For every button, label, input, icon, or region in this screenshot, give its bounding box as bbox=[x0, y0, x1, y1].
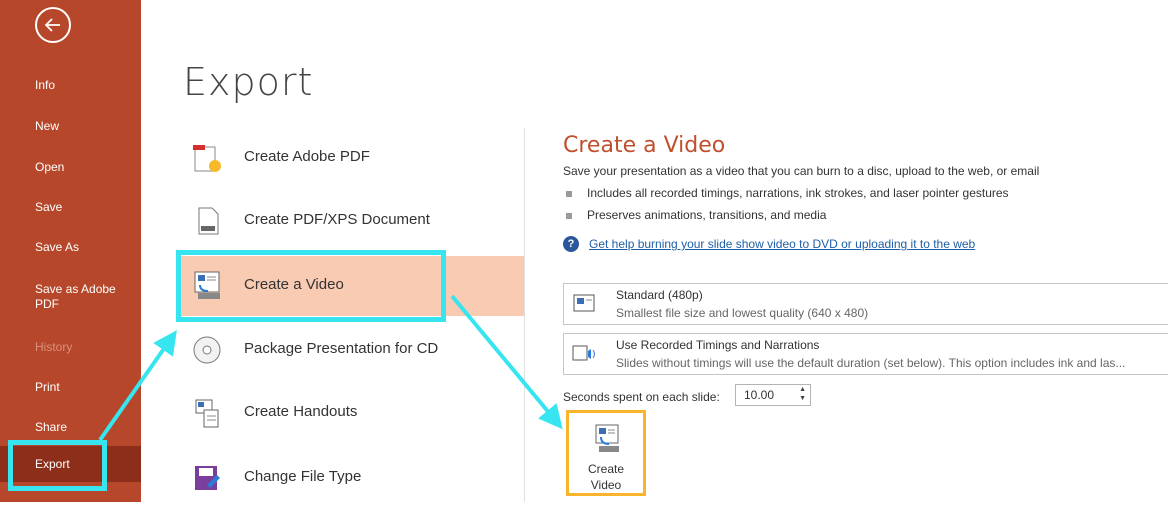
annotation-arrows bbox=[98, 294, 563, 442]
